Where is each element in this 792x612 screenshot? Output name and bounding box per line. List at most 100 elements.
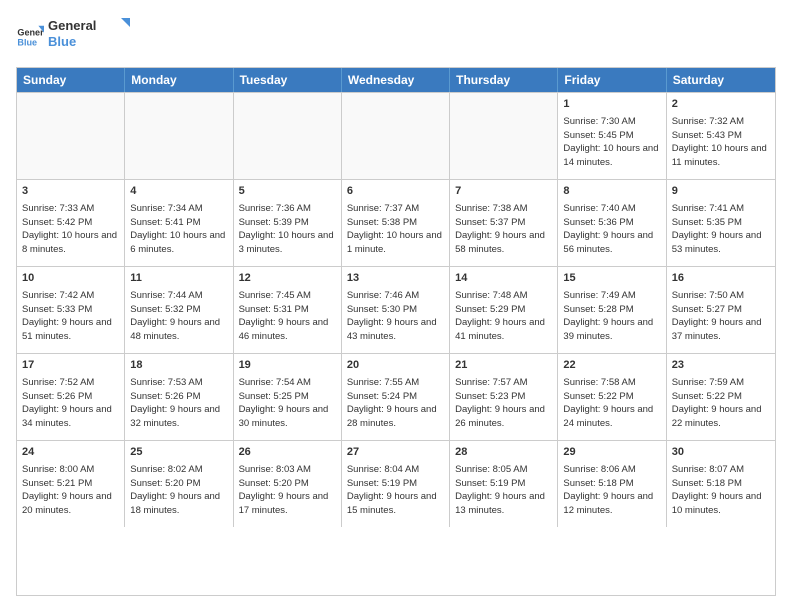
day-info: Sunrise: 7:41 AM Sunset: 5:35 PM Dayligh… [672, 203, 764, 255]
day-cell-10: 10 Sunrise: 7:42 AM Sunset: 5:33 PM Dayli… [17, 267, 125, 353]
day-cell-24: 24Sunrise: 8:00 AM Sunset: 5:21 PM Dayli… [17, 441, 125, 527]
day-cell-19: 19 Sunrise: 7:54 AM Sunset: 5:25 PM Dayli… [234, 354, 342, 440]
day-number: 30 [672, 445, 770, 461]
day-info: Sunrise: 7:59 AM Sunset: 5:22 PM Dayligh… [672, 377, 764, 429]
day-number: 2 [672, 97, 770, 113]
day-info: Sunrise: 7:58 AM Sunset: 5:22 PM Dayligh… [563, 377, 655, 429]
day-number: 28 [455, 445, 552, 461]
day-number: 20 [347, 358, 444, 374]
header-day-friday: Friday [558, 68, 666, 92]
day-info: Sunrise: 8:03 AM Sunset: 5:20 PM Dayligh… [239, 464, 331, 516]
day-info: Sunrise: 7:37 AM Sunset: 5:38 PM Dayligh… [347, 203, 445, 255]
day-info: Sunrise: 7:36 AM Sunset: 5:39 PM Dayligh… [239, 203, 337, 255]
svg-text:General: General [48, 18, 96, 33]
day-info: Sunrise: 8:07 AM Sunset: 5:18 PM Dayligh… [672, 464, 764, 516]
header-day-thursday: Thursday [450, 68, 558, 92]
day-number: 14 [455, 271, 552, 287]
day-number: 22 [563, 358, 660, 374]
day-cell-15: 15 Sunrise: 7:49 AM Sunset: 5:28 PM Dayli… [558, 267, 666, 353]
header-day-tuesday: Tuesday [234, 68, 342, 92]
calendar-row-1: 1 Sunrise: 7:30 AM Sunset: 5:45 PM Daylig… [17, 92, 775, 179]
day-number: 26 [239, 445, 336, 461]
day-cell-1: 1 Sunrise: 7:30 AM Sunset: 5:45 PM Daylig… [558, 93, 666, 179]
day-cell-5: 5Sunrise: 7:36 AM Sunset: 5:39 PM Daylig… [234, 180, 342, 266]
day-info: Sunrise: 7:38 AM Sunset: 5:37 PM Dayligh… [455, 203, 547, 255]
day-number: 3 [22, 184, 119, 200]
svg-text:General: General [17, 27, 44, 37]
calendar-header: SundayMondayTuesdayWednesdayThursdayFrid… [17, 68, 775, 92]
day-cell-26: 26 Sunrise: 8:03 AM Sunset: 5:20 PM Dayli… [234, 441, 342, 527]
day-info: Sunrise: 7:57 AM Sunset: 5:23 PM Dayligh… [455, 377, 547, 429]
day-info: Sunrise: 8:04 AM Sunset: 5:19 PM Dayligh… [347, 464, 439, 516]
day-number: 17 [22, 358, 119, 374]
day-info: Sunrise: 7:50 AM Sunset: 5:27 PM Dayligh… [672, 290, 764, 342]
day-cell-20: 20 Sunrise: 7:55 AM Sunset: 5:24 PM Dayli… [342, 354, 450, 440]
day-cell-7: 7Sunrise: 7:38 AM Sunset: 5:37 PM Daylig… [450, 180, 558, 266]
day-number: 19 [239, 358, 336, 374]
day-cell-28: 28Sunrise: 8:05 AM Sunset: 5:19 PM Dayli… [450, 441, 558, 527]
day-info: Sunrise: 7:53 AM Sunset: 5:26 PM Dayligh… [130, 377, 222, 429]
day-cell-11: 11Sunrise: 7:44 AM Sunset: 5:32 PM Dayli… [125, 267, 233, 353]
logo: General Blue General Blue [16, 16, 138, 57]
day-info: Sunrise: 7:55 AM Sunset: 5:24 PM Dayligh… [347, 377, 439, 429]
header-day-saturday: Saturday [667, 68, 775, 92]
day-cell-18: 18 Sunrise: 7:53 AM Sunset: 5:26 PM Dayli… [125, 354, 233, 440]
day-number: 29 [563, 445, 660, 461]
day-cell-27: 27 Sunrise: 8:04 AM Sunset: 5:19 PM Dayli… [342, 441, 450, 527]
day-cell-14: 14 Sunrise: 7:48 AM Sunset: 5:29 PM Dayli… [450, 267, 558, 353]
day-info: Sunrise: 8:06 AM Sunset: 5:18 PM Dayligh… [563, 464, 655, 516]
day-cell-16: 16 Sunrise: 7:50 AM Sunset: 5:27 PM Dayli… [667, 267, 775, 353]
day-cell-29: 29 Sunrise: 8:06 AM Sunset: 5:18 PM Dayli… [558, 441, 666, 527]
header-day-wednesday: Wednesday [342, 68, 450, 92]
empty-cell [450, 93, 558, 179]
svg-text:Blue: Blue [48, 34, 76, 49]
day-number: 10 [22, 271, 119, 287]
logo-icon: General Blue [16, 23, 44, 51]
day-cell-6: 6 Sunrise: 7:37 AM Sunset: 5:38 PM Daylig… [342, 180, 450, 266]
day-cell-2: 2 Sunrise: 7:32 AM Sunset: 5:43 PM Daylig… [667, 93, 775, 179]
day-info: Sunrise: 8:02 AM Sunset: 5:20 PM Dayligh… [130, 464, 222, 516]
day-cell-9: 9 Sunrise: 7:41 AM Sunset: 5:35 PM Daylig… [667, 180, 775, 266]
day-number: 21 [455, 358, 552, 374]
day-info: Sunrise: 7:32 AM Sunset: 5:43 PM Dayligh… [672, 116, 770, 168]
day-info: Sunrise: 7:45 AM Sunset: 5:31 PM Dayligh… [239, 290, 331, 342]
day-info: Sunrise: 7:34 AM Sunset: 5:41 PM Dayligh… [130, 203, 228, 255]
header: General Blue General Blue [16, 16, 776, 57]
day-number: 15 [563, 271, 660, 287]
calendar: SundayMondayTuesdayWednesdayThursdayFrid… [16, 67, 776, 596]
day-info: Sunrise: 7:30 AM Sunset: 5:45 PM Dayligh… [563, 116, 661, 168]
empty-cell [234, 93, 342, 179]
day-cell-30: 30 Sunrise: 8:07 AM Sunset: 5:18 PM Dayli… [667, 441, 775, 527]
empty-cell [342, 93, 450, 179]
calendar-row-5: 24Sunrise: 8:00 AM Sunset: 5:21 PM Dayli… [17, 440, 775, 527]
day-cell-25: 25Sunrise: 8:02 AM Sunset: 5:20 PM Dayli… [125, 441, 233, 527]
day-number: 27 [347, 445, 444, 461]
svg-text:Blue: Blue [17, 37, 37, 47]
day-number: 23 [672, 358, 770, 374]
page: General Blue General Blue SundayMondayTu… [0, 0, 792, 612]
day-number: 8 [563, 184, 660, 200]
day-number: 1 [563, 97, 660, 113]
day-cell-17: 17 Sunrise: 7:52 AM Sunset: 5:26 PM Dayli… [17, 354, 125, 440]
day-info: Sunrise: 7:44 AM Sunset: 5:32 PM Dayligh… [130, 290, 222, 342]
day-number: 4 [130, 184, 227, 200]
day-info: Sunrise: 7:48 AM Sunset: 5:29 PM Dayligh… [455, 290, 547, 342]
calendar-body: 1 Sunrise: 7:30 AM Sunset: 5:45 PM Daylig… [17, 92, 775, 527]
day-cell-8: 8Sunrise: 7:40 AM Sunset: 5:36 PM Daylig… [558, 180, 666, 266]
day-number: 12 [239, 271, 336, 287]
header-day-sunday: Sunday [17, 68, 125, 92]
day-number: 16 [672, 271, 770, 287]
day-info: Sunrise: 7:42 AM Sunset: 5:33 PM Dayligh… [22, 290, 114, 342]
day-number: 18 [130, 358, 227, 374]
day-number: 13 [347, 271, 444, 287]
day-info: Sunrise: 7:54 AM Sunset: 5:25 PM Dayligh… [239, 377, 331, 429]
day-info: Sunrise: 7:49 AM Sunset: 5:28 PM Dayligh… [563, 290, 655, 342]
day-number: 9 [672, 184, 770, 200]
day-cell-12: 12 Sunrise: 7:45 AM Sunset: 5:31 PM Dayli… [234, 267, 342, 353]
day-info: Sunrise: 8:00 AM Sunset: 5:21 PM Dayligh… [22, 464, 114, 516]
empty-cell [17, 93, 125, 179]
day-info: Sunrise: 7:52 AM Sunset: 5:26 PM Dayligh… [22, 377, 114, 429]
day-number: 6 [347, 184, 444, 200]
calendar-row-2: 3Sunrise: 7:33 AM Sunset: 5:42 PM Daylig… [17, 179, 775, 266]
header-day-monday: Monday [125, 68, 233, 92]
